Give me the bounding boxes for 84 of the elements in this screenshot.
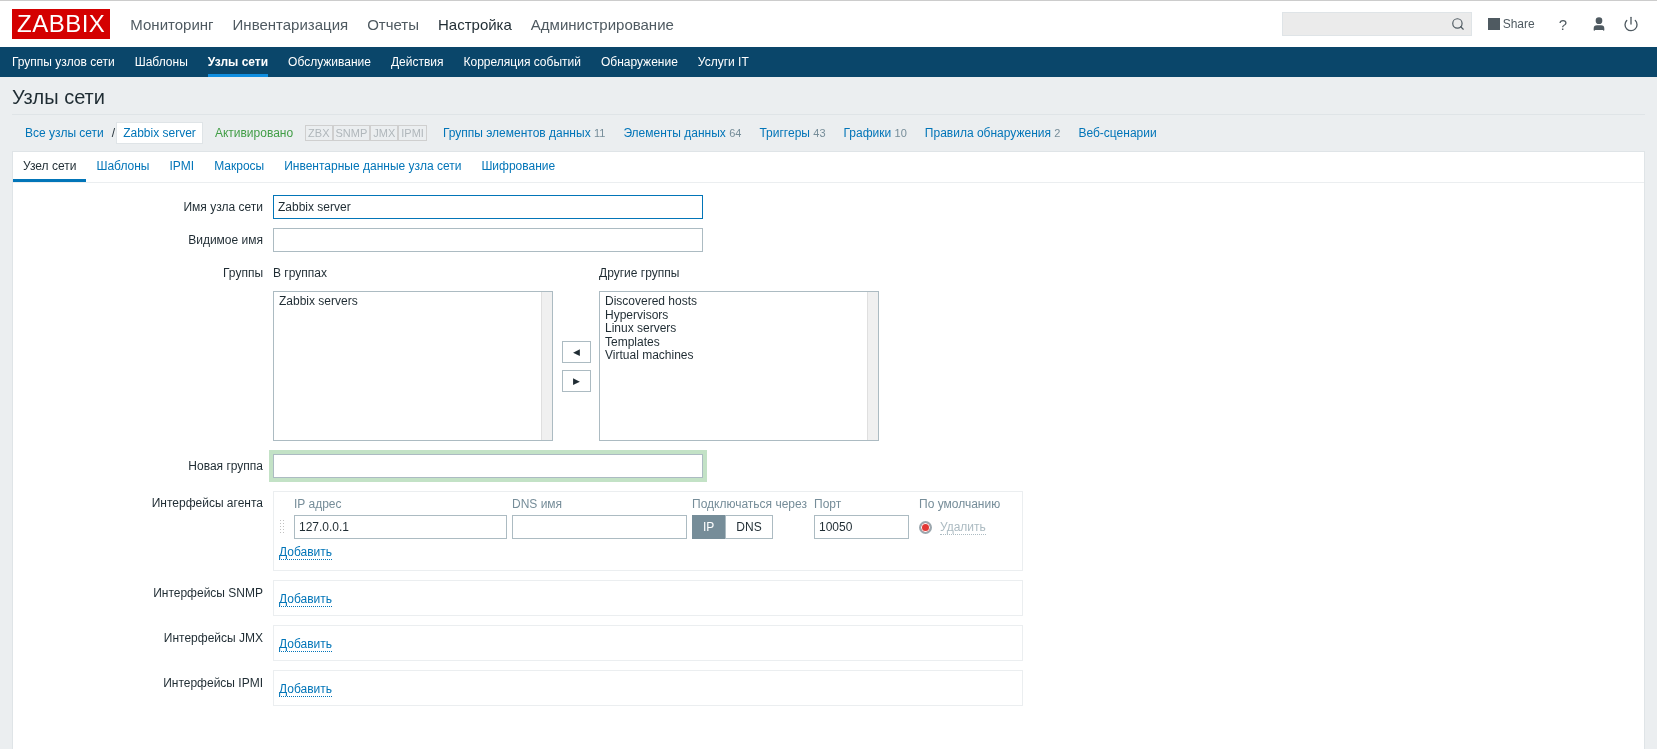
field-label: Группы bbox=[222, 265, 263, 282]
availability-tag: IPMI bbox=[398, 125, 427, 141]
add-link[interactable]: Добавить bbox=[279, 637, 333, 652]
field-label: Видимое имя bbox=[187, 232, 263, 249]
default-radio[interactable] bbox=[919, 520, 932, 534]
dns-field[interactable] bbox=[512, 515, 687, 539]
main-menu-item[interactable]: Отчеты bbox=[367, 0, 419, 48]
host-link[interactable]: Графики 10 bbox=[843, 126, 907, 140]
form-tab[interactable]: Шаблоны bbox=[86, 152, 160, 182]
sub-menu-item[interactable]: Шаблоны bbox=[134, 47, 188, 77]
column-header: Порт bbox=[814, 497, 843, 511]
user-icon[interactable] bbox=[1591, 16, 1607, 32]
host-link[interactable]: Триггеры 43 bbox=[759, 126, 826, 140]
zabbix-logo[interactable]: ZABBIX bbox=[12, 9, 111, 39]
link-count: 64 bbox=[729, 127, 742, 139]
ip-field[interactable]: 127.0.0.1 bbox=[294, 515, 507, 539]
field-label: Имя узла сети bbox=[182, 199, 263, 216]
scrollbar[interactable] bbox=[867, 292, 878, 440]
host-link[interactable]: Правила обнаружения 2 bbox=[924, 126, 1061, 140]
column-header: Подключаться через bbox=[692, 497, 808, 511]
link-count: 2 bbox=[1054, 127, 1061, 139]
field-label: Новая группа bbox=[187, 458, 263, 475]
link-count: 11 bbox=[593, 127, 606, 139]
form-tab[interactable]: IPMI bbox=[159, 152, 205, 182]
field-label: Интерфейсы SNMP bbox=[152, 585, 263, 602]
connect-toggle[interactable]: DNS bbox=[725, 515, 773, 539]
column-title: В группах bbox=[273, 265, 328, 280]
breadcrumb-separator: / bbox=[111, 126, 116, 140]
page-title: Узлы сети bbox=[12, 77, 1645, 115]
sub-menu-item[interactable]: Обнаружение bbox=[600, 47, 678, 77]
availability-tag: SNMP bbox=[332, 125, 371, 141]
main-menu-item[interactable]: Администрирование bbox=[530, 0, 674, 48]
move-right-button[interactable]: ▶ bbox=[561, 369, 591, 392]
host-name-field[interactable]: Zabbix server bbox=[273, 195, 703, 219]
move-left-button[interactable]: ◀ bbox=[561, 340, 591, 363]
form-tab[interactable]: Узел сети bbox=[13, 152, 87, 182]
add-link[interactable]: Добавить bbox=[279, 545, 333, 560]
form-tab[interactable]: Шифрование bbox=[471, 152, 566, 182]
host-link[interactable]: Элементы данных 64 bbox=[623, 126, 742, 140]
column-header: По умолчанию bbox=[919, 497, 1002, 511]
list-item[interactable]: Linux servers bbox=[605, 322, 862, 336]
sub-menu-item[interactable]: Группы узлов сети bbox=[12, 47, 115, 77]
search-icon bbox=[1450, 17, 1465, 31]
breadcrumb[interactable]: Zabbix server bbox=[116, 122, 203, 144]
availability-tag: JMX bbox=[370, 125, 399, 141]
field-label: Интерфейсы IPMI bbox=[162, 675, 263, 692]
sub-menu-item[interactable]: Узлы сети bbox=[207, 47, 269, 77]
add-link[interactable]: Добавить bbox=[279, 682, 333, 697]
main-menu-item[interactable]: Мониторинг bbox=[130, 0, 214, 48]
help-link[interactable]: ? bbox=[1558, 15, 1567, 33]
column-header: IP адрес bbox=[294, 497, 343, 511]
host-link[interactable]: Группы элементов данных 11 bbox=[442, 126, 606, 140]
add-link[interactable]: Добавить bbox=[279, 592, 333, 607]
column-title: Другие группы bbox=[599, 265, 681, 280]
availability-tag: ZBX bbox=[305, 125, 333, 141]
share-link[interactable]: Share bbox=[1487, 17, 1535, 31]
form-tab[interactable]: Макросы bbox=[204, 152, 275, 182]
field-label: Интерфейсы JMX bbox=[162, 630, 263, 647]
host-link[interactable]: Веб-сценарии bbox=[1078, 126, 1157, 140]
main-menu-item[interactable]: Настройка bbox=[438, 0, 512, 48]
search-field[interactable] bbox=[1281, 12, 1472, 36]
list-item[interactable]: Discovered hosts bbox=[605, 295, 862, 309]
visible-name-field[interactable] bbox=[273, 228, 703, 252]
link-count: 10 bbox=[894, 127, 907, 139]
power-icon[interactable] bbox=[1623, 16, 1639, 32]
sub-menu-item[interactable]: Действия bbox=[390, 47, 444, 77]
link-count: 43 bbox=[813, 127, 826, 139]
port-field[interactable]: 10050 bbox=[814, 515, 909, 539]
column-header: DNS имя bbox=[512, 497, 564, 511]
new-group-field[interactable] bbox=[269, 450, 707, 482]
form-tab[interactable]: Инвентарные данные узла сети bbox=[274, 152, 472, 182]
field-label: Интерфейсы агента bbox=[150, 495, 263, 512]
main-menu-item[interactable]: Инвентаризация bbox=[232, 0, 349, 48]
group-list[interactable]: Zabbix servers bbox=[273, 291, 553, 441]
sub-menu-item[interactable]: Обслуживание bbox=[288, 47, 371, 77]
list-item[interactable]: Hypervisors bbox=[605, 308, 862, 322]
list-item[interactable]: Virtual machines bbox=[605, 349, 862, 363]
group-list[interactable]: Discovered hosts Hypervisors Linux servers Templates Virtual machines bbox=[599, 291, 879, 441]
list-item[interactable]: Zabbix servers bbox=[279, 295, 536, 309]
sub-menu-item[interactable]: Корреляция событий bbox=[463, 47, 581, 77]
breadcrumb[interactable]: Все узлы сети bbox=[18, 122, 111, 144]
sub-menu-item[interactable]: Услуги IT bbox=[697, 47, 749, 77]
scrollbar[interactable] bbox=[541, 292, 552, 440]
list-item[interactable]: Templates bbox=[605, 335, 862, 349]
